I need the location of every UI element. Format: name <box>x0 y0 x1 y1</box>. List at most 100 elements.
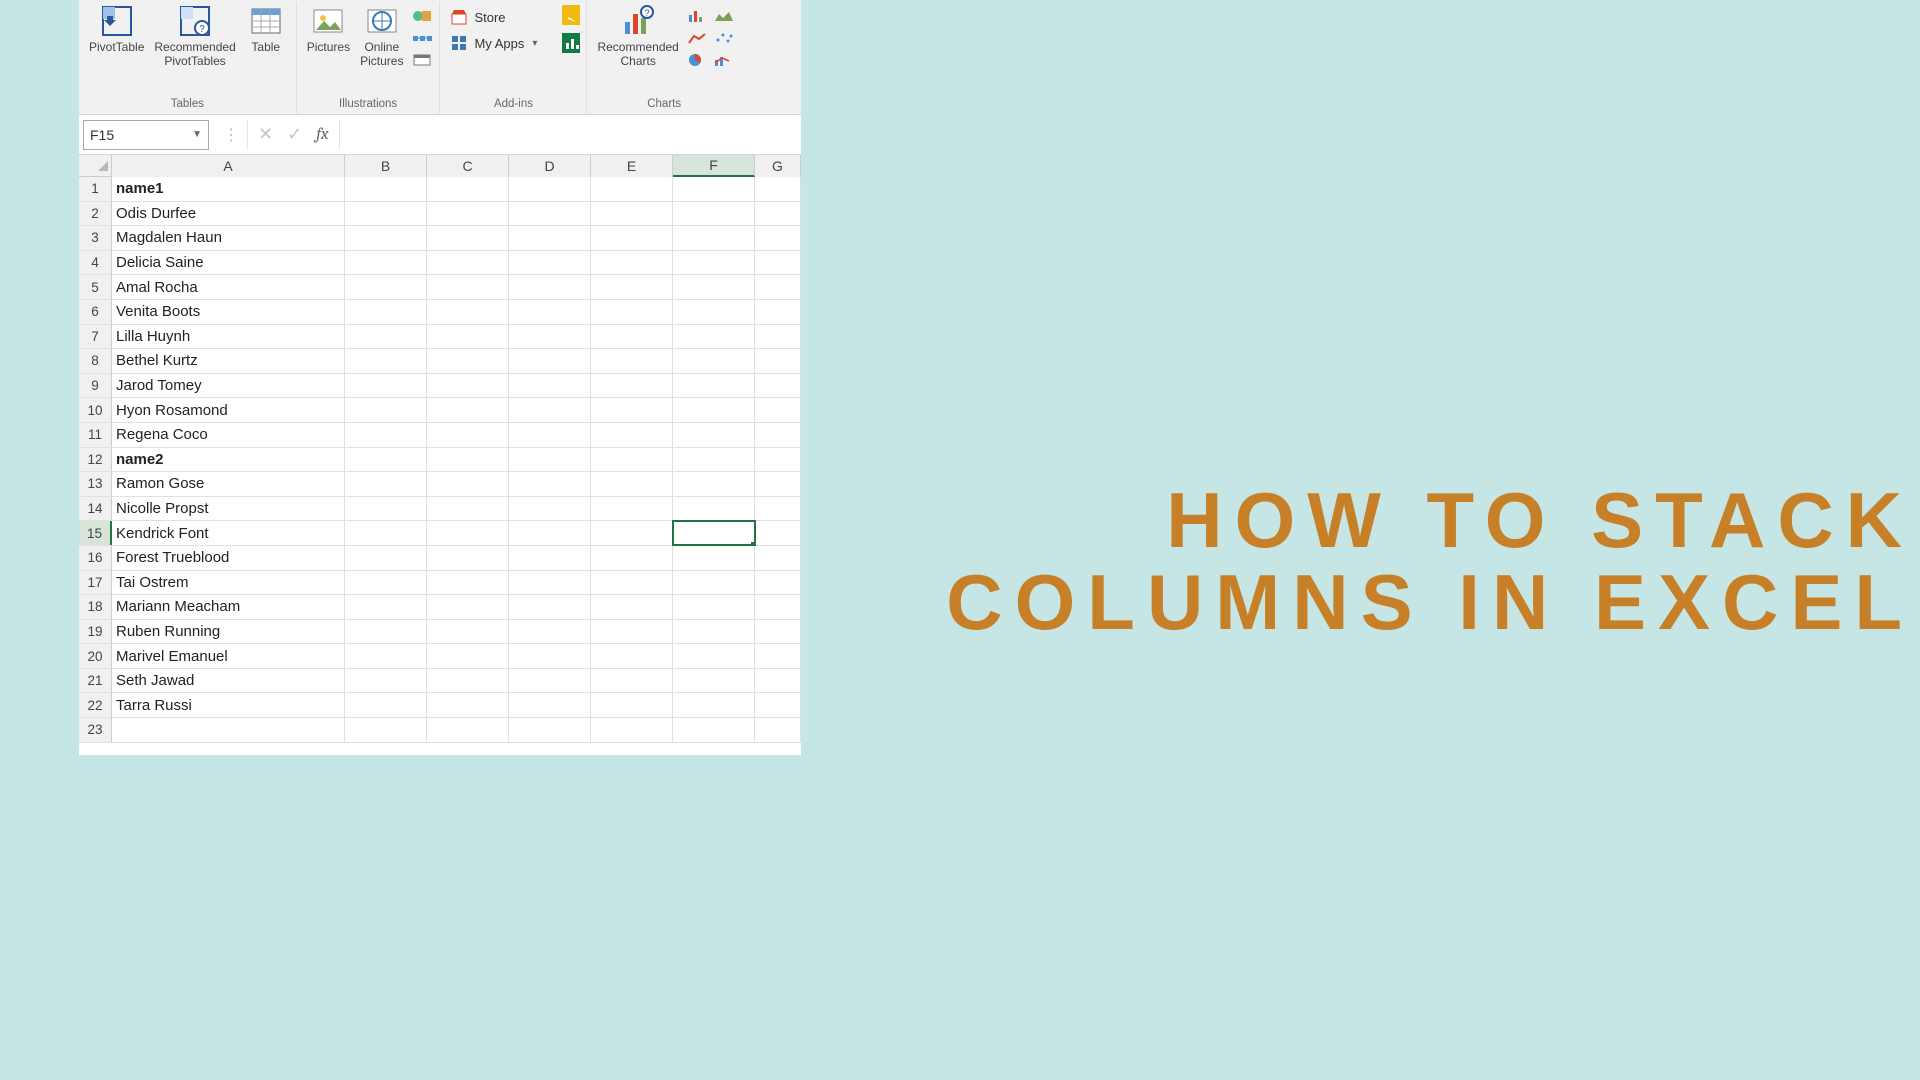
cell-F23[interactable] <box>673 718 755 742</box>
cell-C18[interactable] <box>427 595 509 619</box>
cell-F20[interactable] <box>673 644 755 668</box>
row-header[interactable]: 20 <box>79 644 112 668</box>
cell-B16[interactable] <box>345 546 427 570</box>
cell-F18[interactable] <box>673 595 755 619</box>
column-header-E[interactable]: E <box>591 155 673 177</box>
row-header[interactable]: 3 <box>79 226 112 250</box>
cell-C5[interactable] <box>427 275 509 299</box>
cell-G18[interactable] <box>755 595 801 619</box>
cell-D2[interactable] <box>509 202 591 226</box>
cell-A10[interactable]: Hyon Rosamond <box>112 398 345 422</box>
cell-C23[interactable] <box>427 718 509 742</box>
cell-D4[interactable] <box>509 251 591 275</box>
cell-C12[interactable] <box>427 448 509 472</box>
cell-G15[interactable] <box>755 521 801 545</box>
cell-A11[interactable]: Regena Coco <box>112 423 345 447</box>
cell-A13[interactable]: Ramon Gose <box>112 472 345 496</box>
cell-C10[interactable] <box>427 398 509 422</box>
cell-B23[interactable] <box>345 718 427 742</box>
cell-G21[interactable] <box>755 669 801 693</box>
cell-F9[interactable] <box>673 374 755 398</box>
cell-E7[interactable] <box>591 325 673 349</box>
cell-A4[interactable]: Delicia Saine <box>112 251 345 275</box>
line-chart-button[interactable] <box>687 30 709 46</box>
cell-A12[interactable]: name2 <box>112 448 345 472</box>
row-header[interactable]: 8 <box>79 349 112 373</box>
cell-C16[interactable] <box>427 546 509 570</box>
cell-F3[interactable] <box>673 226 755 250</box>
cell-E17[interactable] <box>591 571 673 595</box>
cell-C11[interactable] <box>427 423 509 447</box>
cell-D13[interactable] <box>509 472 591 496</box>
cell-F21[interactable] <box>673 669 755 693</box>
screenshot-button[interactable] <box>411 52 433 68</box>
recommended-charts-button[interactable]: ? Recommended Charts <box>593 2 682 71</box>
row-header[interactable]: 12 <box>79 448 112 472</box>
column-header-B[interactable]: B <box>345 155 427 177</box>
cell-E13[interactable] <box>591 472 673 496</box>
cell-D12[interactable] <box>509 448 591 472</box>
cell-E21[interactable] <box>591 669 673 693</box>
cell-G17[interactable] <box>755 571 801 595</box>
cell-D21[interactable] <box>509 669 591 693</box>
bing-maps-button[interactable] <box>562 6 580 24</box>
cell-F4[interactable] <box>673 251 755 275</box>
cell-B19[interactable] <box>345 620 427 644</box>
cell-E20[interactable] <box>591 644 673 668</box>
cell-E6[interactable] <box>591 300 673 324</box>
cell-B6[interactable] <box>345 300 427 324</box>
cell-D1[interactable] <box>509 177 591 201</box>
combo-chart-button[interactable] <box>713 52 735 68</box>
pictures-button[interactable]: Pictures <box>303 2 354 56</box>
cell-D20[interactable] <box>509 644 591 668</box>
cell-F10[interactable] <box>673 398 755 422</box>
cell-A9[interactable]: Jarod Tomey <box>112 374 345 398</box>
row-header[interactable]: 21 <box>79 669 112 693</box>
cell-A14[interactable]: Nicolle Propst <box>112 497 345 521</box>
cell-E8[interactable] <box>591 349 673 373</box>
cell-B12[interactable] <box>345 448 427 472</box>
cell-F8[interactable] <box>673 349 755 373</box>
select-all-corner[interactable] <box>79 155 112 176</box>
row-header[interactable]: 2 <box>79 202 112 226</box>
cell-B1[interactable] <box>345 177 427 201</box>
row-header[interactable]: 23 <box>79 718 112 742</box>
cell-E9[interactable] <box>591 374 673 398</box>
cell-D9[interactable] <box>509 374 591 398</box>
cell-E10[interactable] <box>591 398 673 422</box>
cell-A6[interactable]: Venita Boots <box>112 300 345 324</box>
cell-C7[interactable] <box>427 325 509 349</box>
cell-B7[interactable] <box>345 325 427 349</box>
formula-input[interactable] <box>340 120 797 150</box>
cell-G7[interactable] <box>755 325 801 349</box>
pivottable-button[interactable]: PivotTable <box>85 2 148 56</box>
row-header[interactable]: 5 <box>79 275 112 299</box>
cell-C19[interactable] <box>427 620 509 644</box>
cell-D23[interactable] <box>509 718 591 742</box>
cell-A1[interactable]: name1 <box>112 177 345 201</box>
cell-F16[interactable] <box>673 546 755 570</box>
row-header[interactable]: 15 <box>79 521 112 545</box>
cell-B8[interactable] <box>345 349 427 373</box>
cell-A17[interactable]: Tai Ostrem <box>112 571 345 595</box>
fx-icon[interactable]: fx <box>316 125 328 144</box>
cell-G3[interactable] <box>755 226 801 250</box>
cell-D11[interactable] <box>509 423 591 447</box>
cell-B18[interactable] <box>345 595 427 619</box>
cell-B3[interactable] <box>345 226 427 250</box>
cell-C22[interactable] <box>427 693 509 717</box>
row-header[interactable]: 14 <box>79 497 112 521</box>
cell-E22[interactable] <box>591 693 673 717</box>
column-chart-button[interactable] <box>687 8 709 24</box>
cell-A15[interactable]: Kendrick Font <box>112 521 345 545</box>
cell-B9[interactable] <box>345 374 427 398</box>
cell-E18[interactable] <box>591 595 673 619</box>
cell-C3[interactable] <box>427 226 509 250</box>
cell-D22[interactable] <box>509 693 591 717</box>
cell-B11[interactable] <box>345 423 427 447</box>
cell-D6[interactable] <box>509 300 591 324</box>
cell-B4[interactable] <box>345 251 427 275</box>
cell-A23[interactable] <box>112 718 345 742</box>
cell-D8[interactable] <box>509 349 591 373</box>
cell-C17[interactable] <box>427 571 509 595</box>
